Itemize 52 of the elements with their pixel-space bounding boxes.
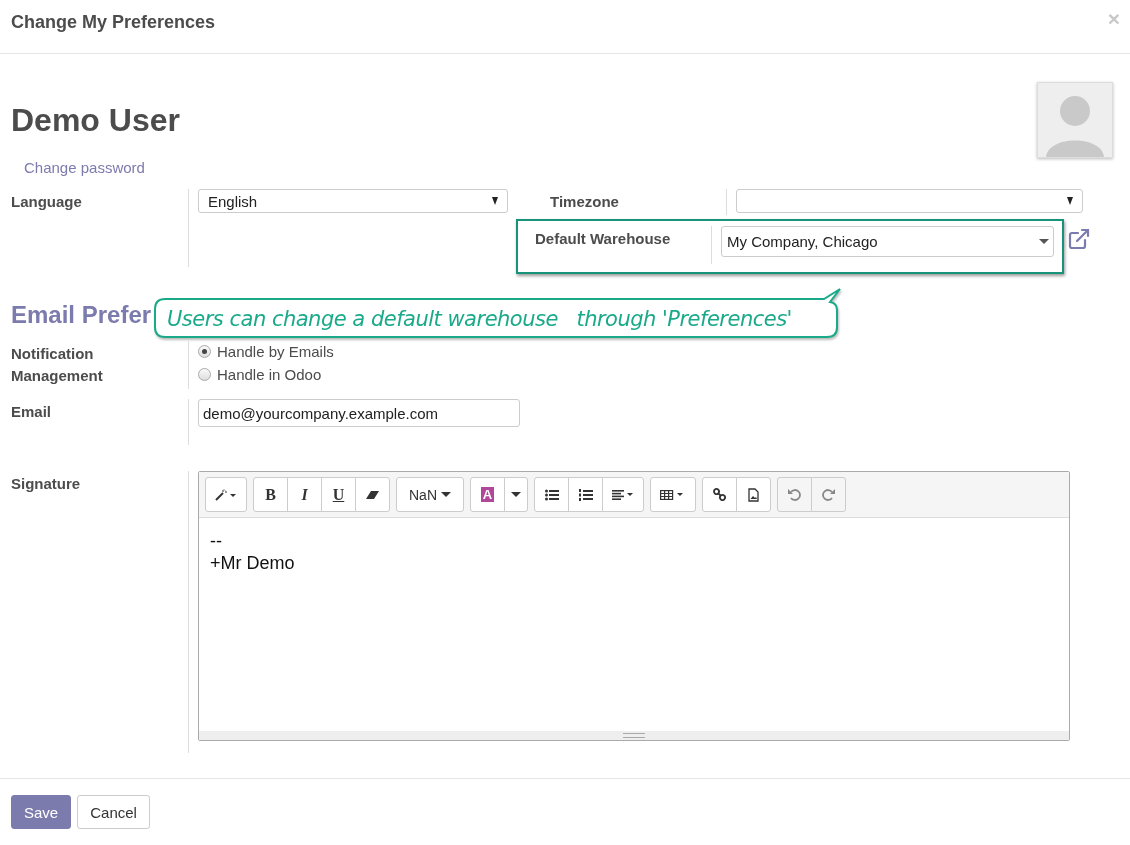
- undo-icon: [788, 488, 801, 501]
- font-color-button[interactable]: A: [470, 477, 505, 512]
- field-label: Signature: [11, 474, 82, 494]
- align-left-icon: [612, 489, 634, 500]
- signature-text: +Mr Demo: [210, 552, 296, 574]
- eraser-button[interactable]: [355, 477, 390, 512]
- language-select[interactable]: English: [198, 189, 508, 213]
- radio-icon[interactable]: [198, 368, 211, 381]
- dropdown-arrow-icon: [1067, 197, 1073, 205]
- table-icon: [660, 489, 686, 500]
- underline-button[interactable]: U: [321, 477, 356, 512]
- image-icon: [748, 487, 759, 502]
- style-button[interactable]: [205, 477, 247, 512]
- field-label: Notification Management: [11, 344, 104, 386]
- magic-wand-icon: [215, 488, 237, 501]
- radio-option[interactable]: Handle by Emails: [198, 343, 334, 360]
- warehouse-select[interactable]: My Company, Chicago: [721, 226, 1054, 257]
- radio-option[interactable]: Handle in Odoo: [198, 366, 322, 383]
- dropdown-button[interactable]: [504, 477, 528, 512]
- field-label: Email: [11, 402, 53, 422]
- external-link-icon[interactable]: [1067, 227, 1091, 251]
- caret-icon: [1039, 239, 1049, 244]
- link-button[interactable]: [702, 477, 737, 512]
- user-name: Demo User: [11, 102, 180, 139]
- font-size-button[interactable]: NaN: [396, 477, 464, 512]
- italic-button[interactable]: I: [287, 477, 322, 512]
- numbered-list-icon: [578, 488, 593, 501]
- radio-icon[interactable]: [198, 345, 211, 358]
- numbered-list-button[interactable]: [568, 477, 603, 512]
- annotation-callout: Users can change a default warehouse through 'Preferences': [154, 286, 844, 338]
- field-label: Default Warehouse: [534, 229, 672, 249]
- redo-icon: [822, 488, 835, 501]
- image-button[interactable]: [736, 477, 771, 512]
- section-title: Email Prefer: [11, 301, 152, 330]
- align-button[interactable]: [602, 477, 644, 512]
- save-button[interactable]: Save: [11, 795, 72, 829]
- bullet-list-icon: [544, 488, 559, 501]
- bullet-list-button[interactable]: [534, 477, 569, 512]
- bold-button[interactable]: B: [253, 477, 288, 512]
- redo-button[interactable]: [811, 477, 846, 512]
- field-label: Timezone: [549, 192, 620, 212]
- link-icon: [713, 488, 726, 501]
- email-field[interactable]: demo@yourcompany.example.com: [198, 399, 520, 427]
- dropdown-arrow-icon: [492, 197, 498, 205]
- field-label: Language: [11, 192, 83, 212]
- dialog-title: Change My Preferences: [11, 11, 216, 33]
- undo-button[interactable]: [777, 477, 812, 512]
- change-password-link[interactable]: Change password: [24, 159, 145, 176]
- table-button[interactable]: [650, 477, 696, 512]
- eraser-icon: [365, 489, 380, 500]
- signature-text: --: [210, 530, 223, 552]
- cancel-button[interactable]: Cancel: [77, 795, 150, 829]
